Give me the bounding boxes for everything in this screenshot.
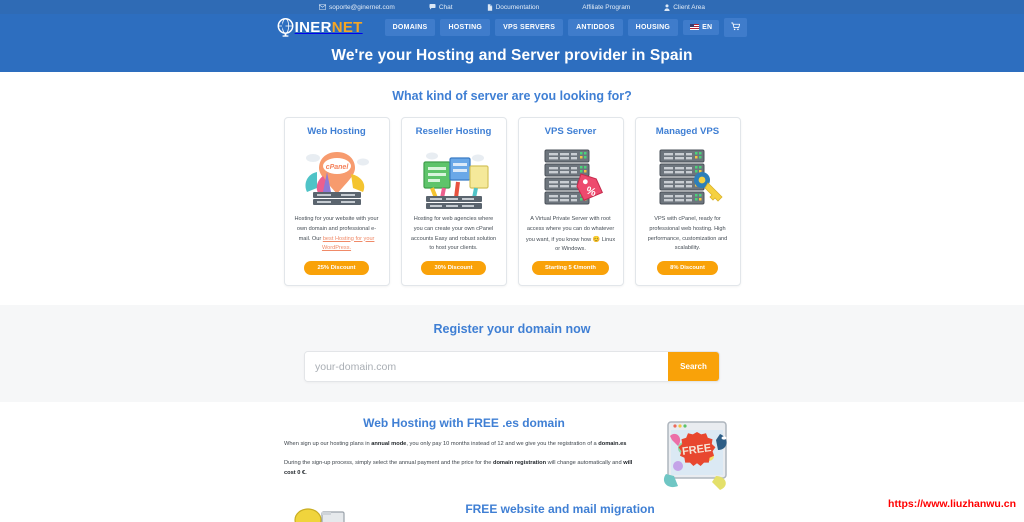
p1-part-b: annual mode	[371, 441, 407, 448]
topbar-item-affiliate-program[interactable]: Affiliate Program	[573, 4, 630, 11]
nav-item-antiddos[interactable]: ANTIDDOS	[568, 18, 623, 36]
watermark-url: https://www.liuzhanwu.cn	[888, 498, 1016, 510]
card-title-web-hosting: Web Hosting	[307, 126, 366, 137]
free-badge-browser-illustration: FREE	[654, 416, 740, 494]
topbar-item-documentation[interactable]: Documentation	[487, 3, 540, 11]
nav-item-vps-servers[interactable]: VPS SERVERS	[495, 18, 564, 36]
us-flag-icon	[690, 24, 700, 30]
card-title-vps-server: VPS Server	[544, 126, 597, 137]
free-domain-paragraph-1: When sign up our hosting plans in annual…	[284, 439, 644, 450]
card-title-reseller-hosting: Reseller Hosting	[415, 126, 492, 137]
nav-item-domains[interactable]: DOMAINS	[384, 18, 436, 36]
topbar-label-chat: Chat	[438, 3, 453, 11]
smiley-emoji-icon: 😊	[592, 236, 601, 243]
p1-part-a: When sign up our hosting plans in	[284, 441, 372, 448]
p1-part-c: , you only pay 10 months instead of 12 a…	[406, 441, 599, 448]
server-kind-section: What kind of server are you looking for?…	[0, 72, 1024, 306]
server-rack-key-illustration	[643, 141, 733, 213]
top-utility-bar: soporte@ginernet.com Chat Documentation …	[0, 0, 1024, 14]
cta-managed-vps[interactable]: 8% Discount	[657, 261, 718, 276]
cart-button[interactable]	[724, 17, 748, 37]
user-icon	[664, 3, 670, 11]
card-managed-vps[interactable]: Managed VPS VPS with cPanel, ready for p…	[634, 117, 741, 287]
free-domain-paragraph-2: During the sign-up process, simply selec…	[284, 458, 644, 479]
p2-part-a: During the sign-up process, simply selec…	[284, 459, 493, 466]
p2-part-c: will change automatically and	[546, 459, 624, 466]
card-web-hosting[interactable]: Web Hosting cPanel Hosting for your webs…	[283, 117, 390, 287]
logo-wordmark: INERNET	[294, 18, 363, 36]
migration-folder-illustration	[284, 502, 370, 522]
domain-search-button[interactable]: Search	[668, 352, 719, 382]
topbar-item-chat[interactable]: Chat	[429, 4, 453, 11]
free-domain-heading: Web Hosting with FREE .es domain	[363, 416, 565, 431]
domain-search-section: Register your domain now Search	[0, 305, 1024, 403]
topbar-label-documentation: Documentation	[495, 3, 540, 11]
cpanel-balloon-servers-illustration: cPanel	[292, 141, 382, 213]
card-desc-web-hosting: Hosting for your website with your own d…	[292, 215, 382, 255]
migration-heading: FREE website and mail migration	[465, 502, 655, 517]
card-desc-managed-vps: VPS with cPanel, ready for professional …	[647, 216, 728, 252]
free-domain-section: Web Hosting with FREE .es domain When si…	[0, 402, 1024, 494]
domain-search-heading: Register your domain now	[433, 322, 591, 337]
site-logo[interactable]: INERNET	[277, 17, 363, 37]
domain-search-input[interactable]	[305, 352, 668, 382]
p2-part-b: domain registration	[492, 459, 547, 466]
hero-banner: We're your Hosting and Server provider i…	[0, 40, 1024, 72]
card-vps-server[interactable]: VPS Server % A Virtual Private Server wi…	[517, 117, 624, 287]
server-rack-price-tag-illustration: %	[526, 141, 616, 213]
card-reseller-hosting[interactable]: Reseller Hosting Hosting for web agencie…	[400, 117, 507, 287]
domain-search-box: Search	[304, 351, 720, 383]
topbar-item-client-area[interactable]: Client Area	[664, 4, 705, 11]
wordpress-hosting-link[interactable]: best Hosting for your WordPress.	[322, 236, 375, 252]
cta-reseller-hosting[interactable]: 30% Discount	[421, 261, 486, 276]
topbar-label-client-area: Client Area	[673, 3, 706, 11]
p1-part-d: domain.es	[598, 441, 627, 448]
hero-title: We're your Hosting and Server provider i…	[331, 47, 693, 64]
topbar-label-affiliate-program: Affiliate Program	[582, 3, 631, 11]
server-kind-heading: What kind of server are you looking for?	[392, 89, 632, 103]
card-title-managed-vps: Managed VPS	[655, 126, 720, 137]
chat-bubble-icon	[429, 4, 436, 10]
language-label: EN	[702, 23, 713, 31]
svg-text:cPanel: cPanel	[325, 164, 349, 171]
moon-icon	[573, 3, 579, 11]
card-desc-reseller-hosting: Hosting for web agencies where you can c…	[410, 216, 497, 252]
nav-links: DOMAINS HOSTING VPS SERVERS ANTIDDOS HOU…	[384, 17, 748, 37]
card-desc-vps-server: A Virtual Private Server with root acces…	[526, 215, 616, 255]
nav-item-hosting[interactable]: HOSTING	[440, 18, 491, 36]
shopping-cart-icon	[731, 22, 741, 33]
language-selector[interactable]: EN	[683, 19, 720, 35]
cta-web-hosting[interactable]: 25% Discount	[304, 261, 369, 276]
reseller-windows-servers-illustration	[409, 141, 499, 213]
topbar-label-email: soporte@ginernet.com	[328, 3, 395, 11]
topbar-item-email[interactable]: soporte@ginernet.com	[318, 3, 395, 11]
envelope-icon	[318, 4, 326, 10]
main-navigation-bar: INERNET DOMAINS HOSTING VPS SERVERS ANTI…	[0, 14, 1024, 40]
globe-g-logo-icon	[277, 17, 294, 37]
server-cards: Web Hosting cPanel Hosting for your webs…	[0, 117, 1024, 305]
cta-vps-server[interactable]: Starting 5 €/month	[532, 261, 609, 276]
nav-item-housing[interactable]: HOUSING	[627, 18, 679, 36]
document-icon	[487, 3, 493, 11]
migration-section: FREE website and mail migration	[0, 494, 1024, 522]
